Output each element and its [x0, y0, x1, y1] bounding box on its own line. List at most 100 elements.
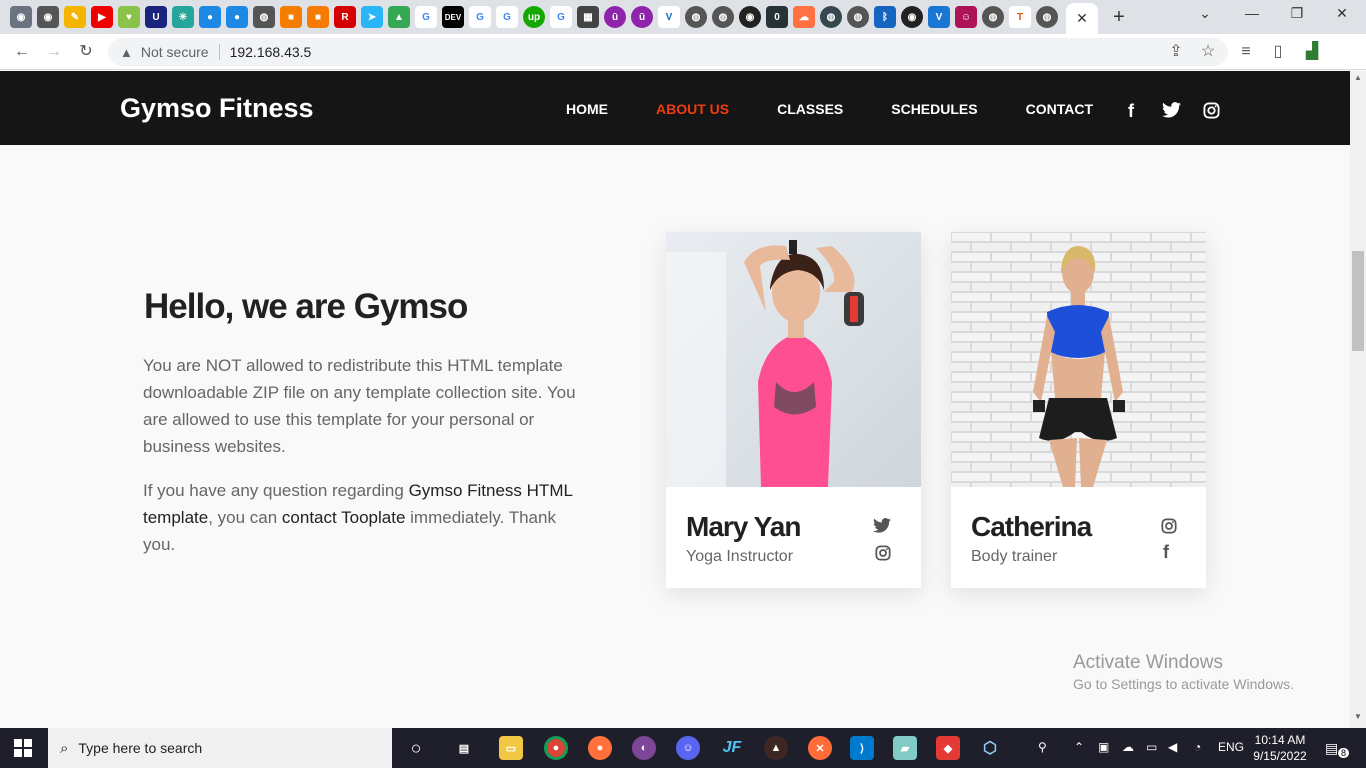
back-button[interactable]: ←: [10, 41, 34, 63]
active-tab-close-button[interactable]: ✕: [1066, 3, 1098, 34]
people-icon[interactable]: ⚲: [1038, 740, 1047, 754]
jetforms-icon[interactable]: JF: [720, 736, 744, 760]
new-tab-button[interactable]: +: [1108, 6, 1130, 28]
device-icon[interactable]: ▣: [1098, 740, 1109, 754]
scroll-thumb[interactable]: [1352, 251, 1364, 351]
facebook-icon[interactable]: f: [1128, 101, 1134, 122]
tab-telegram-icon[interactable]: ➤: [361, 6, 383, 28]
nav-home[interactable]: HOME: [566, 101, 608, 117]
nav-classes[interactable]: CLASSES: [777, 101, 843, 117]
tab-github-icon[interactable]: ◉: [901, 6, 923, 28]
twitter-icon[interactable]: [872, 518, 892, 533]
firefox-icon[interactable]: ●: [588, 736, 612, 760]
tab-google-icon[interactable]: G: [469, 6, 491, 28]
tor-browser-icon[interactable]: ◐: [632, 736, 656, 760]
facebook-icon[interactable]: f: [1156, 542, 1176, 563]
postman-icon[interactable]: ✕: [808, 736, 832, 760]
close-window-button[interactable]: ✕: [1330, 5, 1354, 22]
tab-drop-icon[interactable]: ●: [199, 6, 221, 28]
nav-contact[interactable]: CONTACT: [1026, 101, 1093, 117]
git-tool-icon[interactable]: ◆: [936, 736, 960, 760]
tab-youtube-icon[interactable]: ▶: [91, 6, 113, 28]
file-explorer-icon[interactable]: ▭: [499, 736, 523, 760]
cloud-off-icon[interactable]: ☁: [1122, 740, 1134, 754]
tab-box-icon[interactable]: ■: [307, 6, 329, 28]
tab-globe-icon[interactable]: ◍: [820, 6, 842, 28]
restore-button[interactable]: ❐: [1285, 5, 1309, 22]
volume-icon[interactable]: ◀: [1168, 740, 1177, 754]
tab-globe-icon[interactable]: ◍: [1036, 6, 1058, 28]
tab-o-icon[interactable]: 0: [766, 6, 788, 28]
reading-list-icon[interactable]: ≡: [1234, 41, 1258, 63]
tab-upwork-icon[interactable]: up: [523, 6, 545, 28]
tab-google-icon[interactable]: G: [415, 6, 437, 28]
tab-search-chevron-down-icon[interactable]: ⌄: [1193, 5, 1217, 22]
tab-t-icon[interactable]: T: [1009, 6, 1031, 28]
taskbar-search-input[interactable]: ⌕ Type here to search: [48, 728, 392, 768]
tab-u-icon[interactable]: ū: [604, 6, 626, 28]
tab-globe-icon[interactable]: ◍: [712, 6, 734, 28]
tab-github-icon[interactable]: ◉: [10, 6, 32, 28]
tab-google-icon[interactable]: G: [496, 6, 518, 28]
warning-icon[interactable]: ▲: [120, 45, 133, 60]
reload-button[interactable]: ↻: [74, 41, 98, 63]
instagram-icon[interactable]: [1203, 102, 1220, 119]
tab-github-icon[interactable]: ◉: [739, 6, 761, 28]
nav-about-us[interactable]: ABOUT US: [656, 101, 729, 117]
scroll-up-arrow[interactable]: ▲: [1350, 73, 1366, 87]
nav-schedules[interactable]: SCHEDULES: [891, 101, 977, 117]
tab-globe-icon[interactable]: ◍: [847, 6, 869, 28]
wifi-icon[interactable]: ◔: [1194, 740, 1201, 754]
tab-globe-icon[interactable]: ◍: [982, 6, 1004, 28]
minimize-button[interactable]: —: [1240, 5, 1264, 21]
notification-center-icon[interactable]: ▤: [1325, 740, 1338, 757]
tab-puzzle-icon[interactable]: ✳: [172, 6, 194, 28]
tray-chevron-up-icon[interactable]: ⌃: [1074, 740, 1084, 754]
page-scrollbar[interactable]: ▲ ▼: [1350, 71, 1366, 728]
tab-person-icon[interactable]: ☺: [955, 6, 977, 28]
tab-globe-icon[interactable]: ◍: [253, 6, 275, 28]
tab-u-icon[interactable]: ū: [631, 6, 653, 28]
scroll-down-arrow[interactable]: ▼: [1350, 712, 1366, 726]
tab-bluetooth-icon[interactable]: ᛒ: [874, 6, 896, 28]
tab-grid-icon[interactable]: ▦: [577, 6, 599, 28]
elpon-icon[interactable]: ▲: [764, 736, 788, 760]
discord-icon[interactable]: ☺: [676, 736, 700, 760]
tab-drive-icon[interactable]: ▲: [388, 6, 410, 28]
instagram-icon[interactable]: [1159, 518, 1179, 534]
task-view-icon[interactable]: ▤: [452, 736, 476, 760]
chrome-icon[interactable]: ●: [544, 736, 568, 760]
tab-cloud-icon[interactable]: ☁: [793, 6, 815, 28]
windows-start-icon[interactable]: [14, 739, 32, 757]
tab-github-icon[interactable]: ◉: [37, 6, 59, 28]
tab-dev-icon[interactable]: DEV: [442, 6, 464, 28]
battery-icon[interactable]: ▭: [1146, 740, 1157, 754]
share-icon[interactable]: ⇪: [1164, 41, 1188, 63]
tab-box-icon[interactable]: ■: [280, 6, 302, 28]
cortana-icon[interactable]: ○: [404, 736, 428, 760]
vscode-icon[interactable]: ⟩: [850, 736, 874, 760]
notes-icon[interactable]: ▰: [893, 736, 917, 760]
language-indicator[interactable]: ENG: [1218, 740, 1244, 754]
close-icon[interactable]: ✕: [1076, 10, 1088, 27]
tab-magnet-icon[interactable]: U: [145, 6, 167, 28]
address-bar[interactable]: ▲ Not secure 192.168.43.5: [108, 38, 1228, 66]
tab-vuetify-icon[interactable]: V: [928, 6, 950, 28]
contact-tooplate-link[interactable]: contact Tooplate: [282, 508, 406, 527]
site-brand[interactable]: Gymso Fitness: [120, 93, 314, 124]
forward-button[interactable]: →: [42, 41, 66, 63]
tab-google-icon[interactable]: G: [550, 6, 572, 28]
tab-drop-icon[interactable]: ●: [226, 6, 248, 28]
url-text[interactable]: 192.168.43.5: [230, 44, 312, 60]
tab-globe-icon[interactable]: ◍: [685, 6, 707, 28]
tab-edit-icon[interactable]: ✎: [64, 6, 86, 28]
tab-heart-icon[interactable]: ♥: [118, 6, 140, 28]
instagram-icon[interactable]: [873, 545, 893, 561]
security-label[interactable]: Not secure: [141, 44, 209, 60]
bookmark-star-icon[interactable]: ☆: [1196, 41, 1220, 63]
twitter-icon[interactable]: [1162, 102, 1181, 118]
tab-v-icon[interactable]: V: [658, 6, 680, 28]
tab-r-icon[interactable]: R: [334, 6, 356, 28]
virtualbox-icon[interactable]: ⬡: [978, 736, 1002, 760]
clock[interactable]: 10:14 AM 9/15/2022: [1250, 732, 1310, 764]
